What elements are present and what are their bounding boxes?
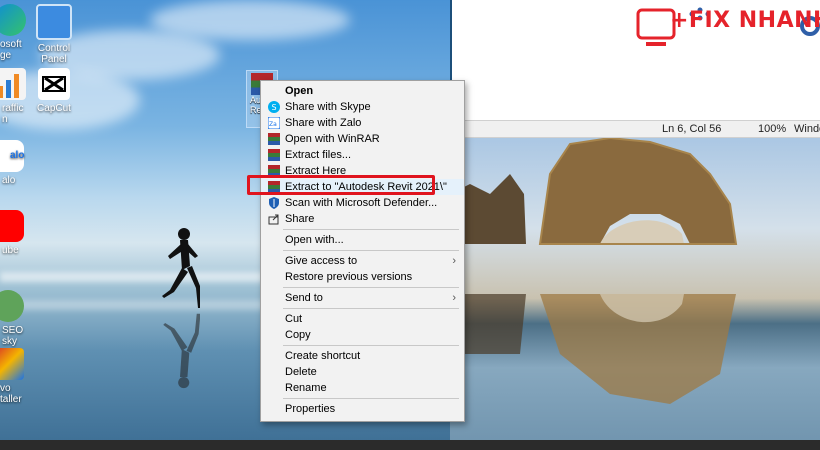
control-panel-icon	[36, 4, 72, 40]
desktop-icon-zalo[interactable]: alo alo	[0, 140, 38, 186]
menu-item-share[interactable]: Share	[261, 211, 464, 227]
menu-separator	[283, 250, 459, 251]
zalo-icon: alo	[0, 140, 24, 172]
runner-reflection	[163, 313, 200, 389]
desktop-icon-installer[interactable]: vo taller	[0, 348, 38, 405]
menu-item-extract-files[interactable]: Extract files...	[261, 147, 464, 163]
seo-icon	[0, 290, 24, 322]
status-bar: Ln 6, Col 56 100% Windo	[452, 120, 820, 138]
chart-icon	[0, 68, 26, 100]
highlight-annotation-box	[247, 175, 435, 195]
menu-item-share-zalo[interactable]: Za Share with Zalo	[261, 115, 464, 131]
logo-text: +FIX NHANH	[670, 8, 820, 33]
menu-item-label: Copy	[285, 329, 311, 341]
menu-item-label: Open with WinRAR	[285, 133, 380, 145]
chevron-right-icon: ›	[452, 255, 456, 267]
youtube-icon	[0, 210, 24, 242]
menu-item-copy[interactable]: Copy	[261, 327, 464, 343]
menu-item-open-winrar[interactable]: Open with WinRAR	[261, 131, 464, 147]
menu-item-label: Delete	[285, 366, 317, 378]
menu-item-rename[interactable]: Rename	[261, 380, 464, 396]
runner-silhouette	[162, 228, 200, 308]
menu-item-open[interactable]: Open	[261, 83, 464, 99]
cursor-position: Ln 6, Col 56	[662, 123, 722, 135]
defender-shield-icon	[269, 197, 279, 209]
desktop-icon-capcut[interactable]: CapCut	[24, 68, 84, 114]
desktop-icon-label: vo taller	[0, 383, 22, 405]
menu-item-scan-defender[interactable]: Scan with Microsoft Defender...	[261, 195, 464, 211]
menu-item-create-shortcut[interactable]: Create shortcut	[261, 348, 464, 364]
menu-item-delete[interactable]: Delete	[261, 364, 464, 380]
winrar-icon	[268, 133, 280, 145]
desktop-icon-control-panel[interactable]: Control Panel	[24, 4, 84, 65]
desktop-icon-youtube[interactable]: ube	[0, 210, 38, 256]
menu-item-label: Rename	[285, 382, 327, 394]
menu-item-label: Give access to	[285, 255, 358, 267]
menu-item-label: Properties	[285, 403, 336, 415]
menu-separator	[283, 287, 459, 288]
menu-separator	[283, 398, 459, 399]
chevron-right-icon: ›	[452, 292, 456, 304]
winrar-icon	[268, 149, 280, 161]
capcut-icon	[38, 68, 70, 100]
menu-item-label: Share with Zalo	[285, 117, 362, 129]
context-menu: Open S Share with Skype Za Share with Za…	[260, 80, 465, 422]
desktop-icon-label: SEO sky	[2, 325, 24, 347]
menu-separator	[283, 308, 459, 309]
menu-item-properties[interactable]: Properties	[261, 401, 464, 417]
desktop-icon-seo[interactable]: SEO sky	[0, 290, 38, 347]
menu-item-label: Share with Skype	[285, 101, 371, 113]
menu-item-label: Open	[285, 85, 314, 97]
share-icon	[268, 214, 279, 225]
edge-icon	[0, 4, 26, 36]
skype-icon: S	[268, 101, 280, 113]
menu-item-label: Open with...	[285, 234, 344, 246]
menu-item-label: Cut	[285, 313, 303, 325]
menu-item-give-access[interactable]: Give access to ›	[261, 253, 464, 269]
taskbar	[0, 440, 820, 450]
zalo-icon: Za	[268, 117, 280, 129]
menu-item-cut[interactable]: Cut	[261, 311, 464, 327]
menu-item-label: Restore previous versions	[285, 271, 413, 283]
svg-text:Za: Za	[269, 121, 277, 128]
right-wallpaper	[450, 134, 820, 450]
menu-item-send-to[interactable]: Send to ›	[261, 290, 464, 306]
menu-item-label: Create shortcut	[285, 350, 361, 362]
svg-text:S: S	[272, 103, 277, 112]
desktop-icon-label: alo	[2, 175, 16, 186]
desktop-icon-label: ube	[2, 245, 19, 256]
menu-separator	[283, 345, 459, 346]
menu-item-label: Send to	[285, 292, 323, 304]
menu-item-share-skype[interactable]: S Share with Skype	[261, 99, 464, 115]
menu-item-label: Share	[285, 213, 315, 225]
menu-item-label: Extract files...	[285, 149, 352, 161]
line-ending: Windo	[794, 123, 820, 135]
menu-item-restore-versions[interactable]: Restore previous versions	[261, 269, 464, 285]
menu-item-open-with[interactable]: Open with...	[261, 232, 464, 248]
menu-item-label: Scan with Microsoft Defender...	[285, 197, 438, 209]
zoom-level: 100%	[758, 123, 787, 135]
desktop-icon-label: Control Panel	[37, 43, 71, 65]
installer-icon	[0, 348, 24, 380]
menu-separator	[283, 229, 459, 230]
desktop-icon-label: CapCut	[37, 103, 71, 114]
